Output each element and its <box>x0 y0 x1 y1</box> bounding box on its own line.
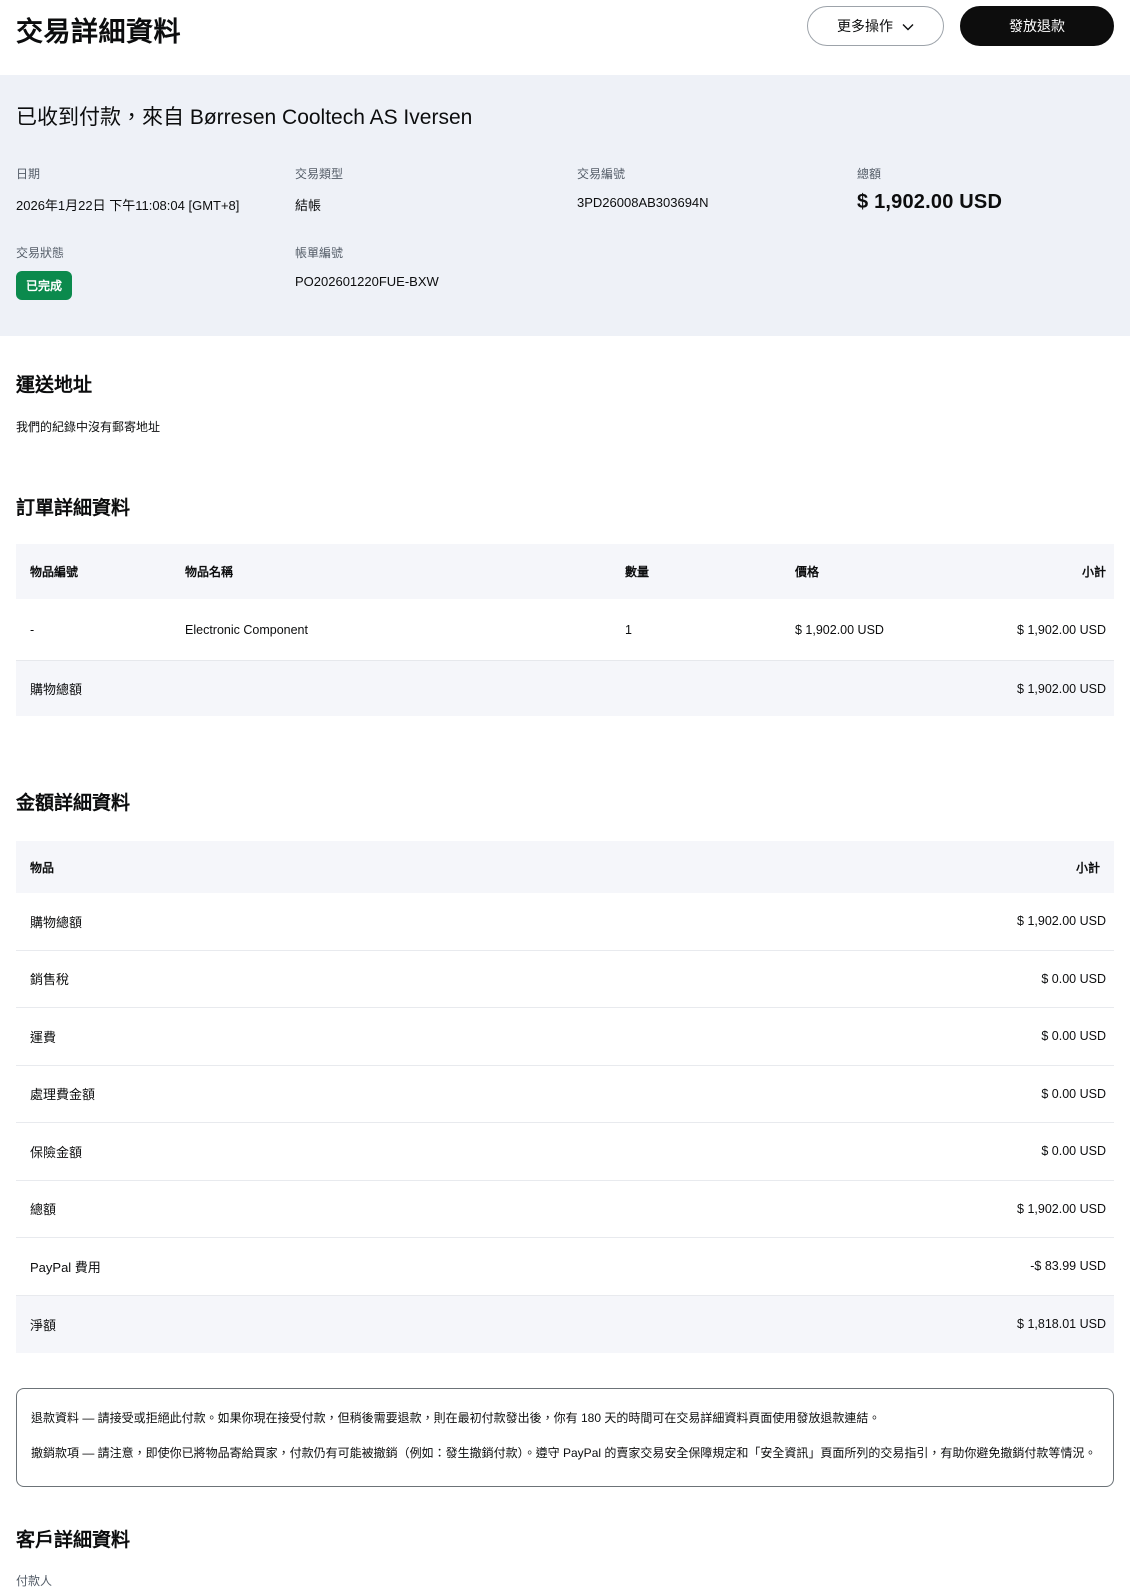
transaction-id-label: 交易編號 <box>577 167 626 181</box>
amount-row-purchase-total: 購物總額 $ 1,902.00 USD <box>16 893 1114 951</box>
chevron-down-icon <box>902 20 914 32</box>
total-amount-label: 總額 <box>857 167 882 181</box>
transaction-summary-panel: 已收到付款，來自 Børresen Cooltech AS Iversen 日期… <box>0 75 1130 336</box>
transaction-status-label: 交易狀態 <box>16 246 65 260</box>
amount-row-sales-tax: 銷售稅 $ 0.00 USD <box>16 951 1114 1008</box>
row-value: $ 0.00 USD <box>1041 1029 1106 1044</box>
total-amount-value: $ 1,902.00 USD <box>857 191 1003 213</box>
amounts-table-header: 物品 小計 <box>16 841 1114 893</box>
item-quantity-cell: 1 <box>625 622 632 637</box>
col-item-name: 物品名稱 <box>185 565 234 579</box>
more-actions-button[interactable]: 更多操作 <box>807 6 944 46</box>
transaction-status-field: 交易狀態 已完成 <box>16 244 295 300</box>
invoice-id-field: 帳單編號 PO202601220FUE-BXW <box>295 244 1114 300</box>
order-table-header: 物品編號 物品名稱 數量 價格 小計 <box>16 544 1114 599</box>
row-label: PayPal 費用 <box>30 1259 101 1275</box>
item-name-cell: Electronic Component <box>185 622 308 637</box>
row-value: $ 0.00 USD <box>1041 971 1106 986</box>
order-details-table: 物品編號 物品名稱 數量 價格 小計 - Electronic Componen… <box>16 544 1114 716</box>
amount-details-title: 金額詳細資料 <box>16 793 131 814</box>
amount-details-section: 金額詳細資料 物品 小計 購物總額 $ 1,902.00 USD 銷售稅 $ 0… <box>0 788 1130 1353</box>
summary-fields-row-2: 交易狀態 已完成 帳單編號 PO202601220FUE-BXW <box>16 244 1114 300</box>
row-label: 購物總額 <box>30 914 83 930</box>
page-header: 交易詳細資料 更多操作 發放退款 <box>0 0 1130 56</box>
purchase-total-value: $ 1,902.00 USD <box>1017 681 1106 696</box>
table-row: - Electronic Component 1 $ 1,902.00 USD … <box>16 599 1114 661</box>
customer-details-section: 客戶詳細資料 付款人 <box>0 1525 1130 1589</box>
total-amount-field: 總額 $ 1,902.00 USD <box>857 165 1114 214</box>
amount-row-net: 淨額 $ 1,818.01 USD <box>16 1295 1114 1353</box>
amount-row-total: 總額 $ 1,902.00 USD <box>16 1181 1114 1238</box>
row-value: $ 1,818.01 USD <box>1017 1317 1106 1332</box>
shipping-address-title: 運送地址 <box>16 375 93 396</box>
order-details-section: 訂單詳細資料 物品編號 物品名稱 數量 價格 小計 - Electronic C… <box>0 493 1130 716</box>
col-price: 價格 <box>795 565 820 579</box>
refund-notice-box: 退款資料 — 請接受或拒絕此付款。如果你現在接受付款，但稍後需要退款，則在最初付… <box>16 1388 1114 1487</box>
amount-row-paypal-fee: PayPal 費用 -$ 83.99 USD <box>16 1238 1114 1296</box>
header-actions: 更多操作 發放退款 <box>807 6 1114 46</box>
date-value: 2026年1月22日 下午11:08:04 [GMT+8] <box>16 198 240 213</box>
date-field: 日期 2026年1月22日 下午11:08:04 [GMT+8] <box>16 165 295 214</box>
issue-refund-button[interactable]: 發放退款 <box>960 6 1114 46</box>
row-label: 總額 <box>30 1202 57 1218</box>
reversal-info-text: 撤銷款項 — 請注意，即使你已將物品寄給買家，付款仍有可能被撤銷（例如：發生撤銷… <box>31 1446 1097 1460</box>
amount-row-shipping: 運費 $ 0.00 USD <box>16 1008 1114 1066</box>
col-subtotal: 小計 <box>1075 860 1100 875</box>
shipping-address-body: 我們的紀錄中沒有郵寄地址 <box>16 420 161 434</box>
more-actions-label: 更多操作 <box>837 18 893 34</box>
summary-fields-row-1: 日期 2026年1月22日 下午11:08:04 [GMT+8] 交易類型 結帳… <box>16 165 1114 214</box>
row-value: $ 0.00 USD <box>1041 1086 1106 1101</box>
transaction-type-label: 交易類型 <box>295 167 344 181</box>
row-value: -$ 83.99 USD <box>1030 1259 1106 1274</box>
item-price-cell: $ 1,902.00 USD <box>795 622 884 637</box>
purchase-total-label: 購物總額 <box>30 682 83 697</box>
col-quantity: 數量 <box>625 565 650 579</box>
order-details-title: 訂單詳細資料 <box>16 498 131 519</box>
row-label: 運費 <box>30 1029 57 1045</box>
row-label: 銷售稅 <box>30 972 70 988</box>
order-table-footer: 購物總額 $ 1,902.00 USD <box>16 661 1114 716</box>
amount-details-table: 物品 小計 購物總額 $ 1,902.00 USD 銷售稅 $ 0.00 USD… <box>16 841 1114 1353</box>
status-badge: 已完成 <box>16 271 73 300</box>
row-label: 淨額 <box>30 1317 57 1333</box>
page-title: 交易詳細資料 <box>16 17 181 47</box>
row-value: $ 0.00 USD <box>1041 1144 1106 1159</box>
col-item: 物品 <box>30 860 55 875</box>
transaction-type-field: 交易類型 結帳 <box>295 165 577 214</box>
payment-received-headline: 已收到付款，來自 Børresen Cooltech AS Iversen <box>16 106 473 129</box>
shipping-address-section: 運送地址 我們的紀錄中沒有郵寄地址 <box>0 370 1130 435</box>
refund-info-text: 退款資料 — 請接受或拒絕此付款。如果你現在接受付款，但稍後需要退款，則在最初付… <box>31 1411 881 1425</box>
row-value: $ 1,902.00 USD <box>1017 914 1106 929</box>
transaction-type-value: 結帳 <box>295 198 322 213</box>
col-subtotal: 小計 <box>1081 565 1106 579</box>
col-item-number: 物品編號 <box>30 565 79 579</box>
item-number-cell: - <box>30 622 35 637</box>
row-value: $ 1,902.00 USD <box>1017 1201 1106 1216</box>
invoice-id-value: PO202601220FUE-BXW <box>295 274 439 289</box>
customer-details-title: 客戶詳細資料 <box>16 1530 131 1551</box>
item-subtotal-cell: $ 1,902.00 USD <box>1017 622 1106 637</box>
transaction-id-field: 交易編號 3PD26008AB303694N <box>577 165 857 214</box>
row-label: 處理費金額 <box>30 1087 96 1103</box>
row-label: 保險金額 <box>30 1144 83 1160</box>
payer-label: 付款人 <box>16 1574 53 1588</box>
transaction-id-value: 3PD26008AB303694N <box>577 195 709 210</box>
invoice-id-label: 帳單編號 <box>295 246 344 260</box>
amount-row-insurance: 保險金額 $ 0.00 USD <box>16 1123 1114 1181</box>
date-label: 日期 <box>16 167 41 181</box>
amount-row-handling-fee: 處理費金額 $ 0.00 USD <box>16 1066 1114 1123</box>
